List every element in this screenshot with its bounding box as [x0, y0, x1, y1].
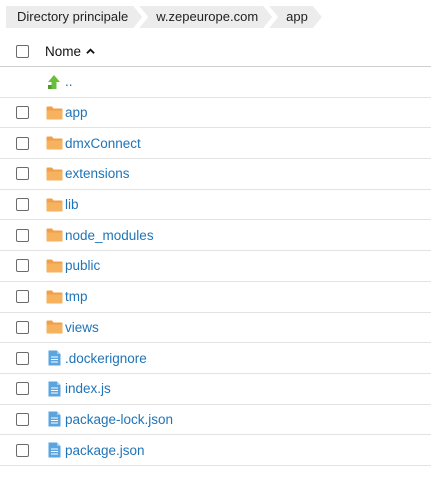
folder-link[interactable]: app [65, 105, 88, 120]
folder-row[interactable]: node_modules [0, 220, 431, 252]
name-column-header[interactable]: Nome [45, 44, 95, 59]
file-icon [45, 441, 63, 459]
folder-row[interactable]: public [0, 251, 431, 282]
breadcrumb: Directory principale w.zepeurope.com app [6, 6, 325, 28]
row-checkbox[interactable] [16, 259, 29, 273]
up-arrow-icon [45, 73, 63, 91]
row-checkbox[interactable] [16, 443, 29, 457]
folder-icon [45, 104, 63, 122]
file-link[interactable]: package.json [65, 443, 145, 458]
select-all-checkbox[interactable] [16, 45, 29, 58]
row-checkbox[interactable] [16, 412, 29, 426]
folder-icon [45, 196, 63, 214]
file-icon [45, 410, 63, 428]
file-link[interactable]: .dockerignore [65, 351, 147, 366]
file-row[interactable]: index.js [0, 374, 431, 405]
folder-row[interactable]: views [0, 313, 431, 344]
folder-icon [45, 165, 63, 183]
sort-ascending-icon [86, 48, 95, 54]
folder-link[interactable]: views [65, 320, 99, 335]
folder-link[interactable]: public [65, 258, 100, 273]
name-column-label: Nome [45, 44, 82, 59]
row-checkbox[interactable] [16, 198, 29, 212]
row-checkbox[interactable] [16, 228, 29, 242]
file-list: Nome .. app dmxConnect extensions lib node_m… [0, 37, 431, 466]
folder-row[interactable]: extensions [0, 159, 431, 190]
folder-icon [45, 318, 63, 336]
folder-row[interactable]: tmp [0, 282, 431, 313]
row-checkbox[interactable] [16, 382, 29, 396]
folder-row[interactable]: app [0, 98, 431, 129]
row-checkbox[interactable] [16, 167, 29, 181]
file-link[interactable]: index.js [65, 381, 111, 396]
row-checkbox[interactable] [16, 106, 29, 120]
folder-icon [45, 226, 63, 244]
file-icon [45, 349, 63, 367]
row-checkbox[interactable] [16, 290, 29, 304]
folder-link[interactable]: dmxConnect [65, 136, 141, 151]
folder-link[interactable]: node_modules [65, 228, 154, 243]
row-checkbox[interactable] [16, 320, 29, 334]
folder-icon [45, 257, 63, 275]
file-row[interactable]: .dockerignore [0, 343, 431, 374]
breadcrumb-item-current[interactable]: app [269, 6, 322, 28]
file-row[interactable]: package-lock.json [0, 405, 431, 436]
row-checkbox[interactable] [16, 136, 29, 150]
folder-link[interactable]: extensions [65, 166, 130, 181]
folder-link[interactable]: tmp [65, 289, 88, 304]
file-list-header: Nome [0, 37, 431, 67]
folder-row[interactable]: dmxConnect [0, 128, 431, 160]
folder-link[interactable]: lib [65, 197, 79, 212]
folder-row[interactable]: lib [0, 190, 431, 221]
file-icon [45, 380, 63, 398]
parent-directory-row[interactable]: .. [0, 67, 431, 98]
row-checkbox[interactable] [16, 351, 29, 365]
folder-icon [45, 288, 63, 306]
parent-directory-link[interactable]: .. [65, 74, 73, 89]
file-link[interactable]: package-lock.json [65, 412, 173, 427]
file-row[interactable]: package.json [0, 435, 431, 466]
breadcrumb-item-domain[interactable]: w.zepeurope.com [139, 6, 272, 28]
breadcrumb-item-root[interactable]: Directory principale [6, 6, 142, 28]
folder-icon [45, 134, 63, 152]
